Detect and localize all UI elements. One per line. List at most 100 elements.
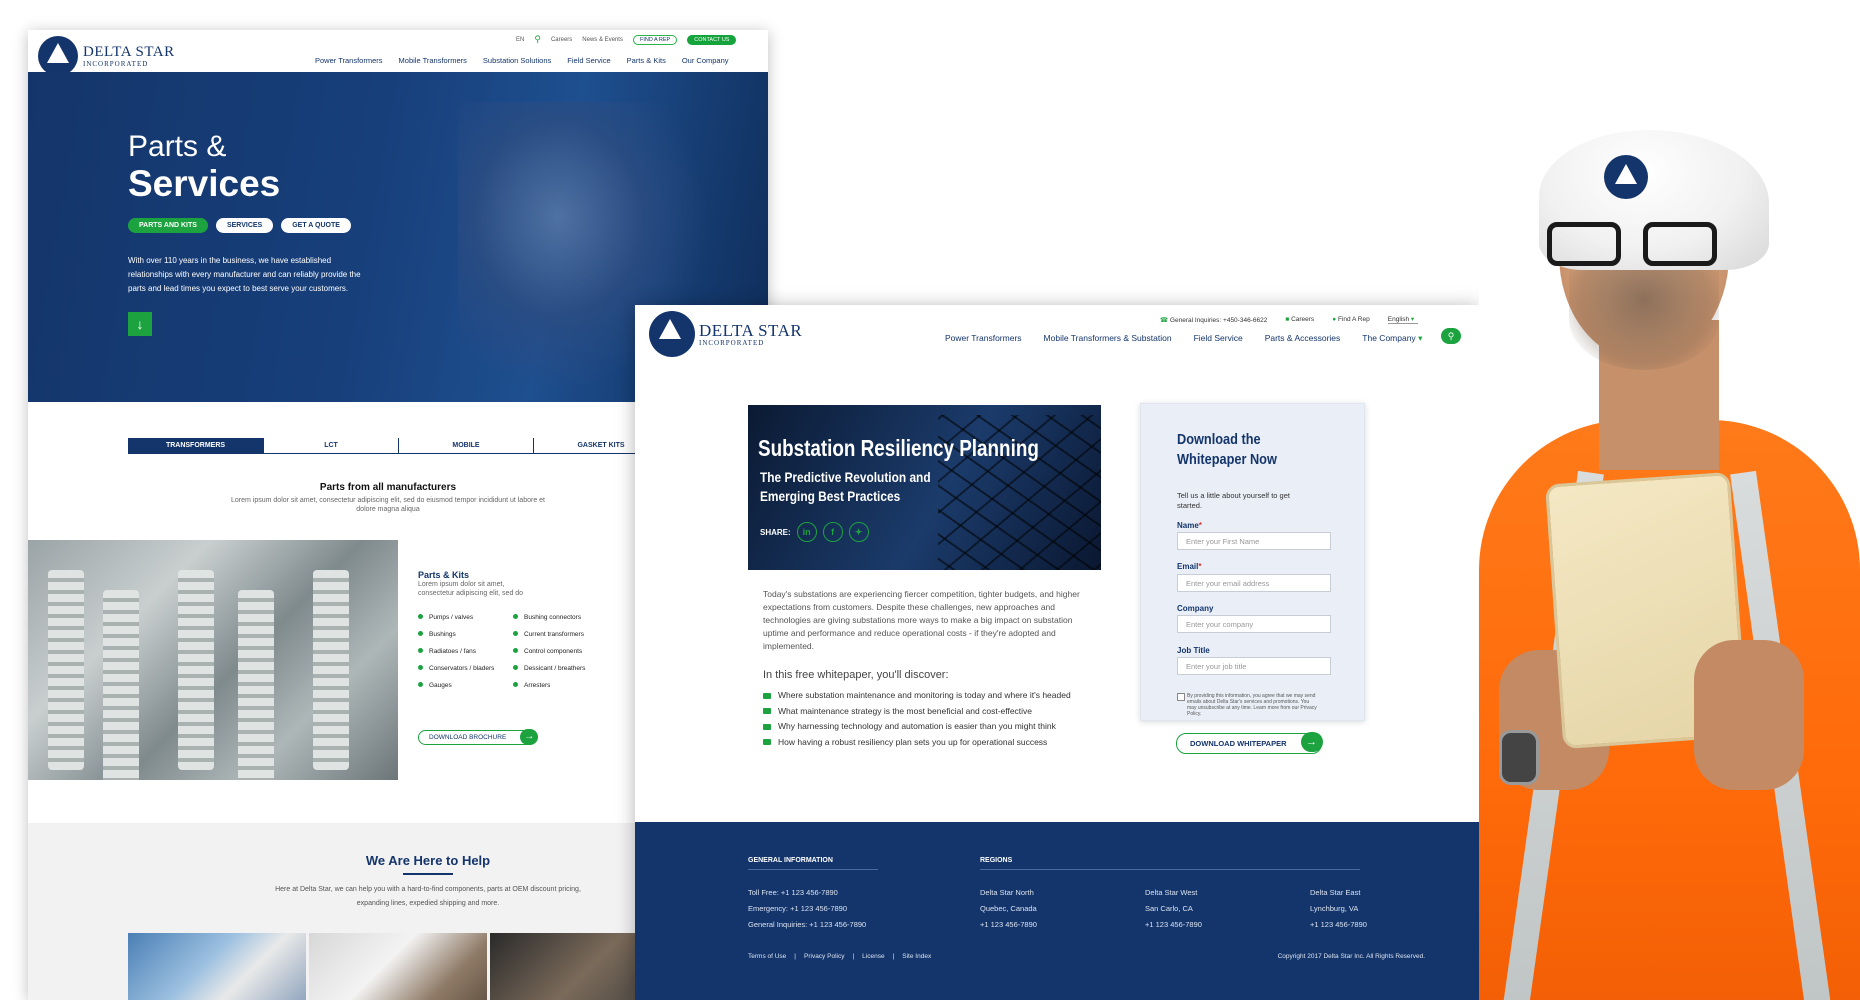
- worker-photo: [1479, 0, 1860, 1000]
- main-nav: Power Transformers Mobile Transformers S…: [315, 56, 729, 65]
- region-city: Quebec, Canada: [980, 904, 1037, 913]
- delta-star-logo-mark: [38, 36, 78, 76]
- careers-link[interactable]: ■ Careers: [1285, 316, 1314, 323]
- careers-link[interactable]: Careers: [551, 37, 572, 43]
- glasses: [1547, 222, 1737, 268]
- name-field[interactable]: Enter your First Name: [1177, 532, 1331, 550]
- nav-parts-accessories[interactable]: Parts & Accessories: [1265, 333, 1341, 344]
- banner-title: Substation Resiliency Planning: [758, 435, 1039, 461]
- hero-title-line2: Services: [128, 163, 281, 204]
- job-title-field[interactable]: Enter your job title: [1177, 657, 1331, 675]
- language-select[interactable]: EN: [516, 37, 524, 43]
- tab-mobile[interactable]: MOBILE: [398, 438, 533, 453]
- delta-star-logo[interactable]: DELTA STAR INCORPORATED: [649, 311, 802, 357]
- twitter-icon[interactable]: ✦: [848, 522, 869, 542]
- chevron-down-icon: ▾: [1418, 333, 1423, 343]
- email-label: Email*: [1177, 562, 1201, 571]
- search-icon[interactable]: ⚲: [1441, 328, 1461, 344]
- nav-field-service[interactable]: Field Service: [567, 56, 610, 65]
- beard: [1569, 270, 1719, 370]
- find-rep-button[interactable]: FIND A REP: [632, 34, 678, 45]
- general-info-heading: GENERAL INFORMATION: [748, 857, 833, 864]
- phone-link[interactable]: ☎ General Inquiries: +450-346-6622: [1160, 316, 1267, 324]
- parts-title: Parts from all manufacturers: [319, 482, 457, 493]
- brand-name: DELTA STAR: [83, 43, 175, 60]
- tab-transformers[interactable]: TRANSFORMERS: [128, 438, 263, 453]
- hero-title-line1: Parts &: [128, 130, 227, 163]
- parts-subtitle: Lorem ipsum dolor sit amet, consectetur …: [231, 497, 545, 513]
- news-events-link[interactable]: News & Events: [582, 37, 623, 43]
- delta-star-helmet-logo: [1604, 155, 1648, 199]
- job-title-label: Job Title: [1177, 646, 1210, 655]
- nav-field-service[interactable]: Field Service: [1194, 333, 1243, 344]
- nav-power-transformers[interactable]: Power Transformers: [945, 333, 1022, 344]
- site-footer: GENERAL INFORMATION Toll Free: +1 123 45…: [635, 822, 1479, 1000]
- nav-our-company[interactable]: Our Company: [682, 56, 729, 65]
- form-intro: Tell us a little about yourself to get s…: [1177, 491, 1290, 510]
- services-button[interactable]: SERVICES: [215, 218, 274, 233]
- brand-subtitle: INCORPORATED: [699, 338, 765, 347]
- nav-the-company-label: The Company: [1362, 333, 1416, 343]
- transformer-photo: [28, 540, 398, 780]
- right-hand: [1694, 640, 1804, 790]
- discover-list: Where substation maintenance and monitor…: [763, 688, 1093, 750]
- nav-power-transformers[interactable]: Power Transformers: [315, 56, 383, 65]
- search-icon[interactable]: ⚲: [534, 34, 541, 45]
- email-field[interactable]: Enter your email address: [1177, 574, 1331, 592]
- general-inquiries-line: General Inquiries: +1 123 456-7890: [748, 920, 867, 929]
- link-separator: |: [794, 953, 796, 960]
- map-pin-icon: ●: [1332, 316, 1337, 323]
- phone-icon: ☎: [1160, 316, 1169, 324]
- site-header: DELTA STAR INCORPORATED EN ⚲ Careers New…: [28, 30, 768, 76]
- region-north: Delta Star North Quebec, Canada +1 123 4…: [980, 885, 1037, 933]
- nav-substation-solutions[interactable]: Substation Solutions: [483, 56, 551, 65]
- list-item: Gauges: [418, 682, 513, 689]
- site-index-link[interactable]: Site Index: [902, 953, 931, 960]
- nav-mobile-transformers-substation[interactable]: Mobile Transformers & Substation: [1044, 333, 1172, 344]
- region-west: Delta Star West San Carlo, CA +1 123 456…: [1145, 885, 1202, 933]
- download-brochure-button[interactable]: DOWNLOAD BROCHURE →: [418, 729, 539, 745]
- utility-bar: ☎ General Inquiries: +450-346-6622 ■ Car…: [1160, 315, 1419, 324]
- parts-and-kits-button[interactable]: PARTS AND KITS: [128, 218, 208, 233]
- arrow-right-icon: →: [1300, 732, 1323, 752]
- main-nav: Power Transformers Mobile Transformers &…: [945, 333, 1422, 344]
- region-name: Delta Star West: [1145, 888, 1198, 897]
- whitepaper-landing-page: DELTA STAR INCORPORATED ☎ General Inquir…: [635, 305, 1479, 1000]
- linkedin-icon[interactable]: in: [796, 522, 817, 542]
- company-field[interactable]: Enter your company: [1177, 615, 1331, 633]
- privacy-link[interactable]: Privacy Policy: [804, 953, 844, 960]
- list-item: Pumps / valves: [418, 614, 513, 621]
- list-item: How having a robust resiliency plan sets…: [763, 735, 1093, 751]
- brand-name: DELTA STAR: [699, 320, 803, 340]
- nav-mobile-transformers[interactable]: Mobile Transformers: [399, 56, 467, 65]
- list-item: Bushings: [418, 631, 513, 638]
- list-item: Bushing connectors: [513, 614, 608, 621]
- nav-parts-kits[interactable]: Parts & Kits: [627, 56, 666, 65]
- facebook-icon[interactable]: f: [822, 522, 843, 542]
- contact-us-button[interactable]: CONTACT US: [687, 34, 737, 45]
- banner-subtitle: The Predictive Revolution and Emerging B…: [760, 469, 931, 504]
- list-item: Conservators / bladers: [418, 665, 513, 672]
- nav-the-company[interactable]: The Company ▾: [1362, 333, 1422, 344]
- email-label-text: Email: [1177, 562, 1199, 571]
- download-whitepaper-button[interactable]: DOWNLOAD WHITEPAPER →: [1176, 732, 1323, 754]
- get-a-quote-button[interactable]: GET A QUOTE: [281, 218, 351, 233]
- whitepaper-form: Download the Whitepaper Now Tell us a li…: [1140, 403, 1365, 721]
- language-select[interactable]: English ▾: [1387, 315, 1419, 324]
- consent-checkbox[interactable]: By providing this information, you agree…: [1177, 693, 1317, 717]
- tab-lct[interactable]: LCT: [263, 438, 398, 453]
- form-title: Download the Whitepaper Now: [1177, 431, 1277, 468]
- footer-divider: [980, 869, 1360, 870]
- find-rep-link[interactable]: ● Find A Rep: [1332, 316, 1370, 323]
- footer-links: Terms of Use | Privacy Policy | License …: [748, 953, 931, 960]
- arrow-down-icon[interactable]: ↓: [128, 312, 152, 336]
- name-label-text: Name: [1177, 521, 1199, 530]
- license-link[interactable]: License: [862, 953, 884, 960]
- delta-star-logo[interactable]: DELTA STAR INCORPORATED: [38, 36, 175, 76]
- name-label: Name*: [1177, 521, 1202, 530]
- terms-link[interactable]: Terms of Use: [748, 953, 786, 960]
- list-item: Dessicant / breathers: [513, 665, 608, 672]
- region-phone: +1 123 456-7890: [980, 920, 1037, 929]
- parts-kits-block: Parts & Kits Lorem ipsum dolor sit amet,…: [418, 570, 538, 598]
- hero-buttons: PARTS AND KITS SERVICES GET A QUOTE: [128, 218, 351, 233]
